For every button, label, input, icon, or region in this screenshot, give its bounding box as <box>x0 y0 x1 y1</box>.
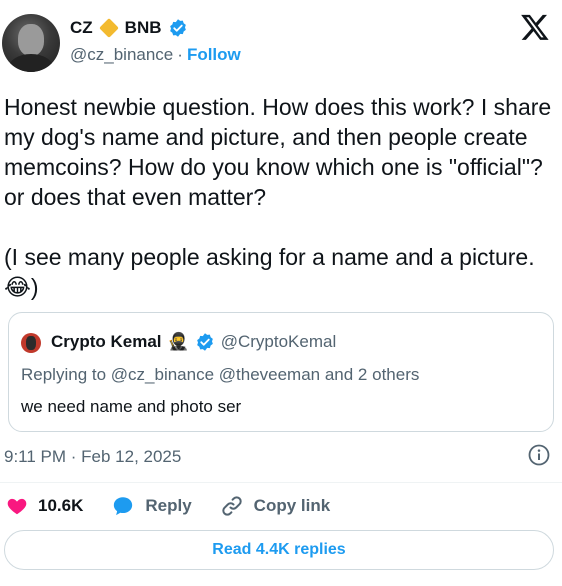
author-avatar[interactable] <box>2 14 60 72</box>
author-handle-row: @cz_binance · Follow <box>70 45 241 65</box>
link-icon <box>222 496 242 516</box>
quote-header: Crypto Kemal 🥷 @CryptoKemal <box>51 332 336 352</box>
author-name-row[interactable]: CZ BNB <box>70 16 188 40</box>
quote-text: we need name and photo ser <box>21 397 242 416</box>
copy-link-label: Copy link <box>253 496 331 515</box>
reply-label: Reply <box>145 496 192 515</box>
quoted-tweet[interactable]: Crypto Kemal 🥷 @CryptoKemal Replying to … <box>8 312 554 432</box>
heart-icon <box>7 498 27 515</box>
x-logo-icon[interactable] <box>520 12 550 42</box>
author-name[interactable]: CZ <box>70 18 93 38</box>
ninja-emoji: 🥷 <box>167 332 189 351</box>
quote-avatar[interactable] <box>21 333 41 353</box>
separator-dot: · <box>177 45 183 64</box>
tweet-text: Honest newbie question. How does this wo… <box>4 94 552 300</box>
copy-link-action[interactable]: Copy link <box>220 494 331 518</box>
verified-icon <box>169 19 186 37</box>
author-handle[interactable]: @cz_binance <box>70 45 173 65</box>
bnb-diamond-icon <box>98 18 119 38</box>
quote-author-name[interactable]: Crypto Kemal <box>51 332 162 352</box>
follow-button[interactable]: Follow <box>187 45 241 65</box>
like-count: 10.6K <box>38 496 84 515</box>
info-icon[interactable] <box>527 443 551 467</box>
tweet-timestamp[interactable]: 9:11 PM · Feb 12, 2025 <box>4 447 181 467</box>
reply-bubble-icon <box>114 497 133 516</box>
avatar-face <box>18 24 44 56</box>
quote-author-handle[interactable]: @CryptoKemal <box>221 332 337 352</box>
replying-to-line: Replying to @cz_binance @theveeman and 2… <box>21 365 420 384</box>
like-action[interactable]: 10.6K <box>6 495 83 517</box>
verified-icon <box>196 333 213 351</box>
author-name-suffix[interactable]: BNB <box>125 18 162 38</box>
action-bar: 10.6K Reply Copy link <box>6 493 358 519</box>
read-replies-button[interactable]: Read 4.4K replies <box>4 530 554 570</box>
avatar-body <box>8 54 54 72</box>
reply-action[interactable]: Reply <box>111 495 192 517</box>
divider <box>0 482 562 483</box>
